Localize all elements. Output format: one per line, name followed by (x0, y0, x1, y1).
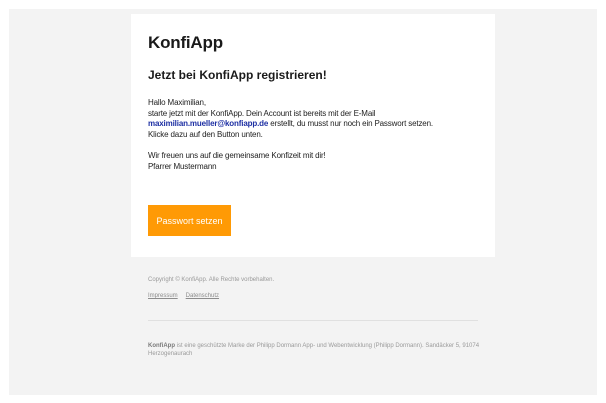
body-line-2: maximilian.mueller@konfiapp.de erstellt,… (148, 119, 488, 130)
closing-text: Wir freuen uns auf die gemeinsame Konfiz… (148, 150, 326, 160)
set-password-button[interactable]: Passwort setzen (148, 205, 231, 236)
footer-divider (148, 320, 478, 321)
brand-title: KonfiApp (148, 33, 223, 52)
email-address-link[interactable]: maximilian.mueller@konfiapp.de (148, 119, 268, 128)
trademark-notice: KonfiApp ist eine geschützte Marke der P… (148, 342, 488, 358)
body-line-3: Klicke dazu auf den Button unten. (148, 129, 263, 139)
trademark-brand: KonfiApp (148, 343, 175, 349)
datenschutz-link[interactable]: Datenschutz (186, 293, 219, 299)
email-heading: Jetzt bei KonfiApp registrieren! (148, 68, 327, 82)
body-line-2-rest: erstellt, du musst nur noch ein Passwort… (268, 119, 433, 129)
body-line-1: starte jetzt mit der KonfiApp. Dein Acco… (148, 108, 376, 118)
copyright-text: Copyright © KonfiApp. Alle Rechte vorbeh… (148, 277, 275, 283)
impressum-link[interactable]: Impressum (148, 293, 178, 299)
trademark-text: ist eine geschützte Marke der Philipp Do… (148, 343, 480, 357)
email-body: Hallo Maximilian, starte jetzt mit der K… (148, 98, 488, 172)
signature-text: Pfarrer Mustermann (148, 161, 217, 171)
greeting-text: Hallo Maximilian, (148, 98, 206, 107)
footer-links: Impressum Datenschutz (148, 293, 219, 299)
